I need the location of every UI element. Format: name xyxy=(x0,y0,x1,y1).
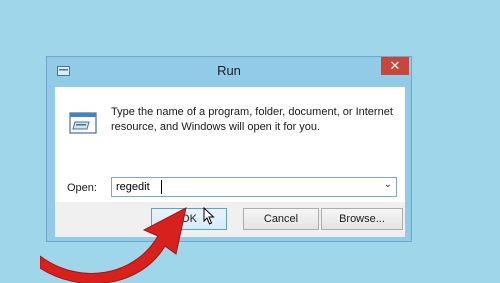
title-bar: Run ✕ xyxy=(47,57,411,85)
open-combobox[interactable]: ⌄ xyxy=(111,177,397,197)
text-caret xyxy=(161,180,162,194)
dialog-description: Type the name of a program, folder, docu… xyxy=(111,106,393,133)
cancel-button[interactable]: Cancel xyxy=(243,208,319,230)
open-label: Open: xyxy=(67,182,97,194)
dialog-title: Run xyxy=(217,63,241,78)
open-input[interactable] xyxy=(116,180,376,194)
close-button[interactable]: ✕ xyxy=(381,57,409,75)
browse-button[interactable]: Browse... xyxy=(321,208,403,230)
mouse-cursor-icon xyxy=(203,207,215,225)
chevron-down-icon[interactable]: ⌄ xyxy=(384,179,392,190)
run-icon xyxy=(69,112,97,134)
close-icon: ✕ xyxy=(389,58,401,73)
red-arrow-icon xyxy=(40,207,187,283)
dialog-content: Type the name of a program, folder, docu… xyxy=(55,87,405,202)
